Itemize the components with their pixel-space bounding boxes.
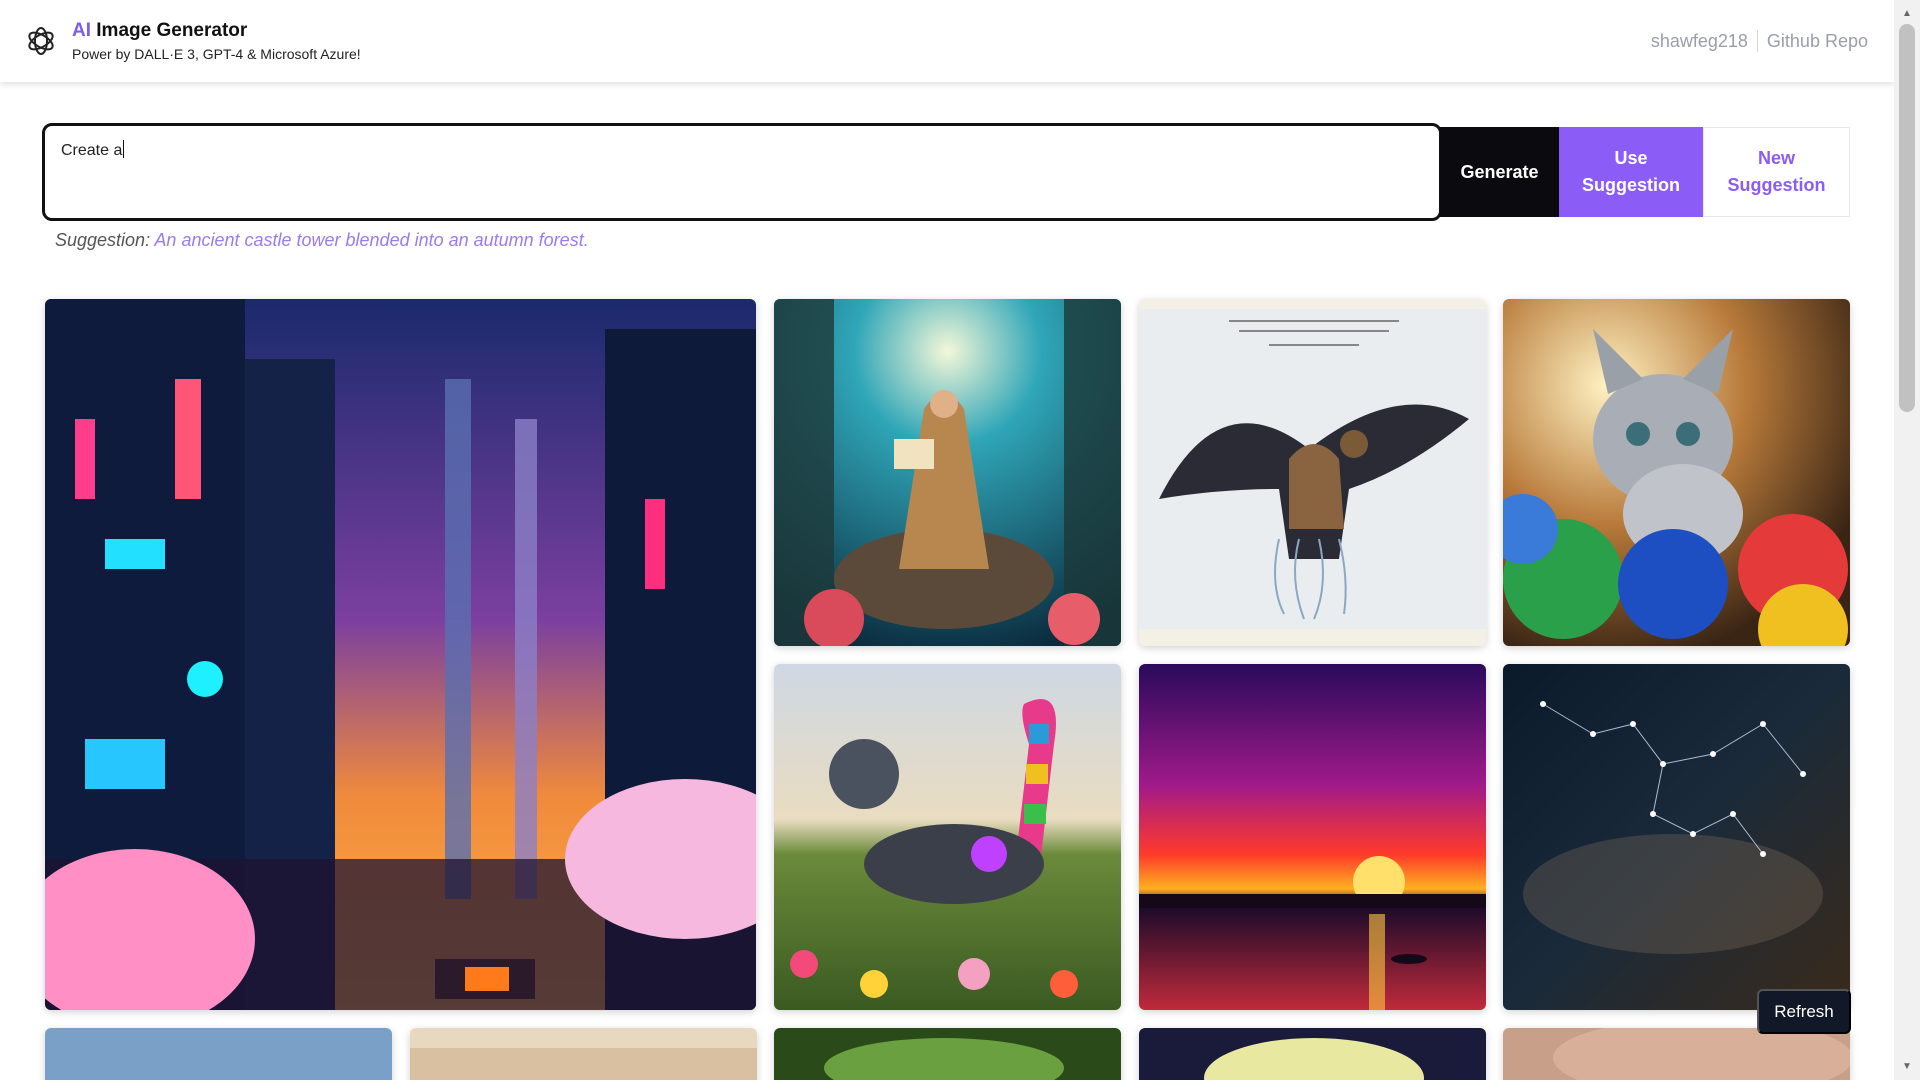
openai-logo-icon	[28, 27, 54, 55]
new-suggestion-button[interactable]: New Suggestion	[1703, 127, 1850, 217]
prompt-input[interactable]: Create a	[42, 123, 1442, 221]
underwater-reader-picture	[774, 299, 1121, 646]
cyberpunk-city-picture	[45, 299, 756, 1010]
suggestion-label: Suggestion:	[55, 230, 151, 250]
new-suggestion-line1: New	[1757, 148, 1795, 168]
gallery-image-sunset-lake[interactable]	[1139, 664, 1486, 1010]
constellation-sky-picture	[1503, 664, 1850, 1010]
gallery-image-moon[interactable]	[1139, 1028, 1486, 1080]
app-subtitle: Power by DALL·E 3, GPT-4 & Microsoft Azu…	[72, 46, 361, 62]
text-cursor	[123, 140, 125, 158]
moon-picture	[1139, 1028, 1486, 1080]
gallery-image-hawk-jellyfish[interactable]	[1139, 299, 1486, 646]
gallery-image-cyberpunk-city[interactable]	[45, 299, 756, 1010]
github-repo-link[interactable]: Github Repo	[1767, 31, 1868, 52]
desert-picture	[410, 1028, 757, 1080]
app-title-ai: AI	[72, 20, 91, 41]
gallery-image-robot-cat-flowers[interactable]	[774, 664, 1121, 1010]
app-header: AI Image Generator Power by DALL·E 3, GP…	[0, 0, 1894, 82]
gallery-image-kitten-yarn[interactable]	[1503, 299, 1850, 646]
scroll-down-icon[interactable]: ▼	[1902, 1061, 1912, 1072]
use-suggestion-line2: Suggestion	[1582, 175, 1680, 195]
generate-button[interactable]: Generate	[1440, 127, 1559, 217]
suggestion-text[interactable]: An ancient castle tower blended into an …	[154, 230, 588, 250]
app-title-rest: Image Generator	[91, 20, 248, 41]
page-scrollbar[interactable]: ▲ ▼	[1894, 0, 1920, 1080]
use-suggestion-button[interactable]: Use Suggestion	[1559, 127, 1703, 217]
portrait-picture	[1503, 1028, 1850, 1080]
suggestion-line: Suggestion: An ancient castle tower blen…	[55, 230, 589, 251]
sunset-lake-picture	[1139, 664, 1486, 1010]
header-nav: shawfeg218 Github Repo	[1651, 30, 1868, 52]
new-suggestion-label: New Suggestion	[1728, 145, 1826, 199]
scrollbar-thumb[interactable]	[1899, 24, 1915, 412]
new-suggestion-line2: Suggestion	[1727, 175, 1826, 195]
gallery-image-forest[interactable]	[774, 1028, 1121, 1080]
forest-picture	[774, 1028, 1121, 1080]
gallery-image-desert[interactable]	[410, 1028, 757, 1080]
gallery-image-underwater-reader[interactable]	[774, 299, 1121, 646]
hawk-jellyfish-picture	[1139, 299, 1486, 646]
nav-divider	[1756, 30, 1758, 52]
prompt-text: Create a	[61, 142, 123, 159]
gallery-image-portrait[interactable]	[1503, 1028, 1850, 1080]
kitten-yarn-picture	[1503, 299, 1850, 646]
refresh-button[interactable]: Refresh	[1757, 989, 1851, 1034]
app-title: AI Image Generator	[72, 20, 247, 42]
user-link[interactable]: shawfeg218	[1651, 31, 1748, 52]
use-suggestion-line1: Use	[1614, 148, 1648, 168]
use-suggestion-label: Use Suggestion	[1582, 145, 1680, 199]
sky-picture	[45, 1028, 392, 1080]
robot-cat-flowers-picture	[774, 664, 1121, 1010]
gallery-image-constellation-sky[interactable]	[1503, 664, 1850, 1010]
scroll-up-icon[interactable]: ▲	[1902, 8, 1912, 19]
gallery-image-sky[interactable]	[45, 1028, 392, 1080]
